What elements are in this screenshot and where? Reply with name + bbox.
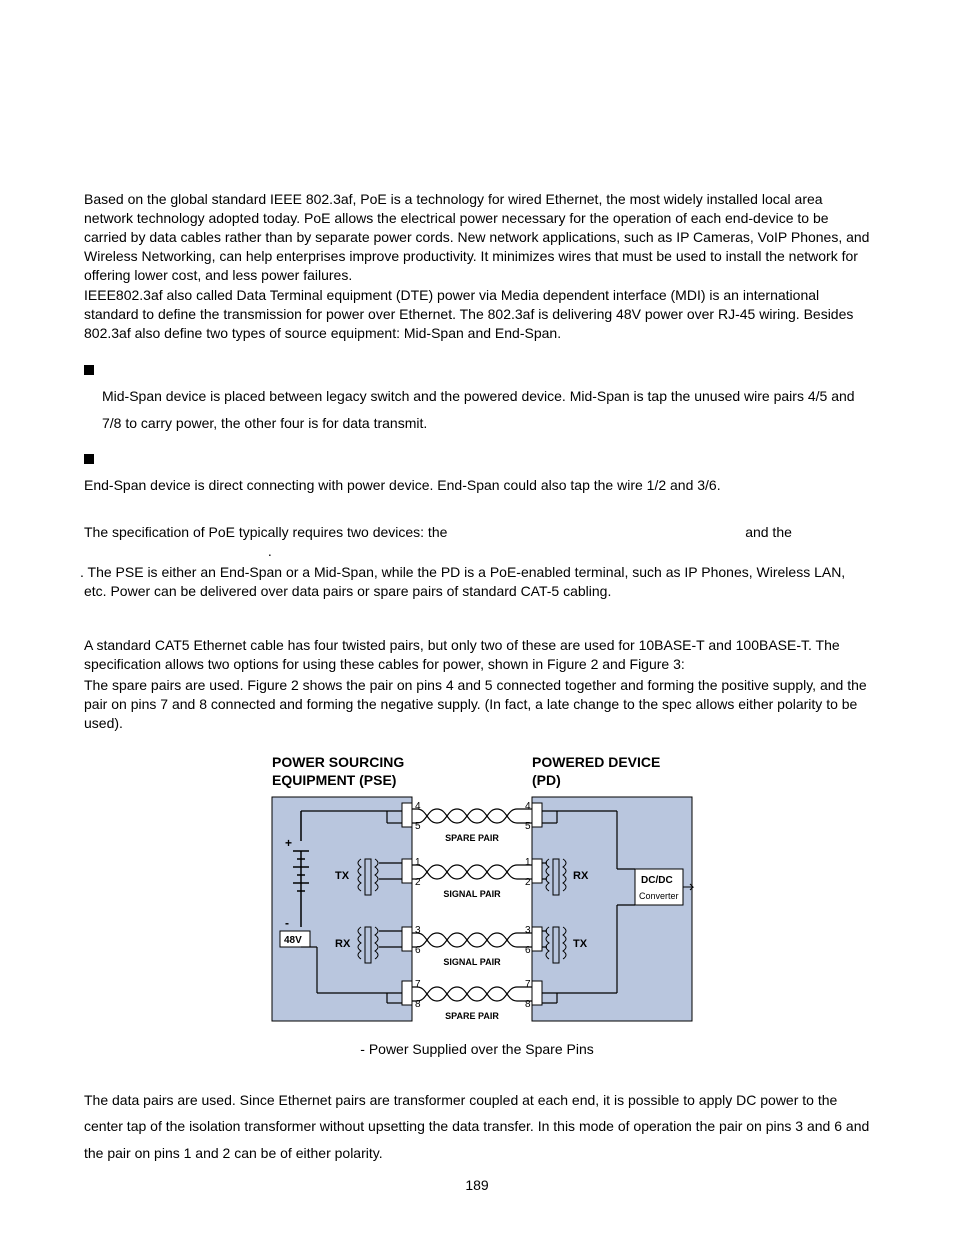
- conn-r-12: [532, 859, 542, 883]
- pd-box: [532, 797, 692, 1021]
- signal-pair-label-1: SIGNAL PAIR: [443, 889, 501, 899]
- pin-r1: 1: [525, 857, 531, 868]
- conn-r-45: [532, 803, 542, 827]
- pin-r4: 4: [525, 801, 531, 812]
- conn-l-78: [402, 981, 412, 1005]
- fig-title-pd: POWERED DEVICE: [532, 754, 660, 770]
- battery-minus: -: [285, 916, 289, 930]
- pin-r3: 3: [525, 925, 531, 936]
- converter-label: Converter: [639, 891, 679, 901]
- spare-pair-label-1: SPARE PAIR: [445, 833, 499, 843]
- pin-l3: 3: [415, 925, 421, 936]
- data-pairs-paragraph: The data pairs are used. Since Ethernet …: [84, 1087, 870, 1167]
- spare-pair-label-2: SPARE PAIR: [445, 1011, 499, 1021]
- cat5-para-b: The spare pairs are used. Figure 2 shows…: [84, 676, 870, 733]
- intro-paragraphs: Based on the global standard IEEE 802.3a…: [84, 190, 870, 343]
- pd-tx-label: TX: [573, 938, 588, 950]
- pin-l7: 7: [415, 979, 421, 990]
- conn-l-36: [402, 927, 412, 951]
- poe-diagram-svg: POWER SOURCING EQUIPMENT (PSE) POWERED D…: [257, 751, 697, 1031]
- pin-r6: 6: [525, 945, 531, 956]
- pin-r2: 2: [525, 877, 531, 888]
- spec-mid: and the: [745, 524, 792, 540]
- conn-l-12: [402, 859, 412, 883]
- square-bullet-icon: [84, 454, 94, 464]
- pin-l6: 6: [415, 945, 421, 956]
- dcdc-label: DC/DC: [641, 875, 673, 886]
- fig-title-pse2: EQUIPMENT (PSE): [272, 772, 396, 788]
- intro-para-1: Based on the global standard IEEE 802.3a…: [84, 190, 870, 284]
- pin-r5: 5: [525, 821, 531, 832]
- page-number: 189: [0, 1176, 954, 1195]
- spec-line: The specification of PoE typically requi…: [84, 523, 870, 561]
- battery-plus: +: [285, 836, 292, 850]
- pin-l4: 4: [415, 801, 421, 812]
- pin-l1: 1: [415, 857, 421, 868]
- bullet-mid-span: [84, 361, 870, 375]
- pin-r7: 7: [525, 979, 531, 990]
- spec-post-a: .: [268, 543, 272, 559]
- figure-spare-pins: POWER SOURCING EQUIPMENT (PSE) POWERED D…: [84, 751, 870, 1059]
- fig-title-pd2: (PD): [532, 772, 561, 788]
- spec-pre: The specification of PoE typically requi…: [84, 524, 451, 540]
- pse-rx-label: RX: [335, 938, 351, 950]
- pin-l8: 8: [415, 999, 421, 1010]
- figure-caption: - Power Supplied over the Spare Pins: [84, 1040, 870, 1059]
- page: Based on the global standard IEEE 802.3a…: [0, 0, 954, 1235]
- pd-rx-label: RX: [573, 870, 589, 882]
- fig-title-pse: POWER SOURCING: [272, 754, 404, 770]
- conn-r-78: [532, 981, 542, 1005]
- spec-paragraph: The specification of PoE typically requi…: [84, 523, 870, 601]
- pse-tx-label: TX: [335, 870, 350, 882]
- conn-r-36: [532, 927, 542, 951]
- pin-r8: 8: [525, 999, 531, 1010]
- intro-para-2: IEEE802.3af also called Data Terminal eq…: [84, 286, 870, 343]
- cat5-paragraphs: A standard CAT5 Ethernet cable has four …: [84, 636, 870, 732]
- bullet-end-span: [84, 450, 870, 464]
- signal-pair-label-2: SIGNAL PAIR: [443, 957, 501, 967]
- spec-post: . The PSE is either an End-Span or a Mid…: [84, 563, 870, 601]
- square-bullet-icon: [84, 365, 94, 375]
- bullet-end-span-text: End-Span device is direct connecting wit…: [84, 472, 870, 499]
- pse-box: [272, 797, 412, 1021]
- pin-l2: 2: [415, 877, 421, 888]
- cat5-para-a: A standard CAT5 Ethernet cable has four …: [84, 636, 870, 674]
- bullet-mid-span-text: Mid-Span device is placed between legacy…: [102, 383, 870, 436]
- conn-l-45: [402, 803, 412, 827]
- pin-l5: 5: [415, 821, 421, 832]
- v48-label: 48V: [284, 935, 302, 946]
